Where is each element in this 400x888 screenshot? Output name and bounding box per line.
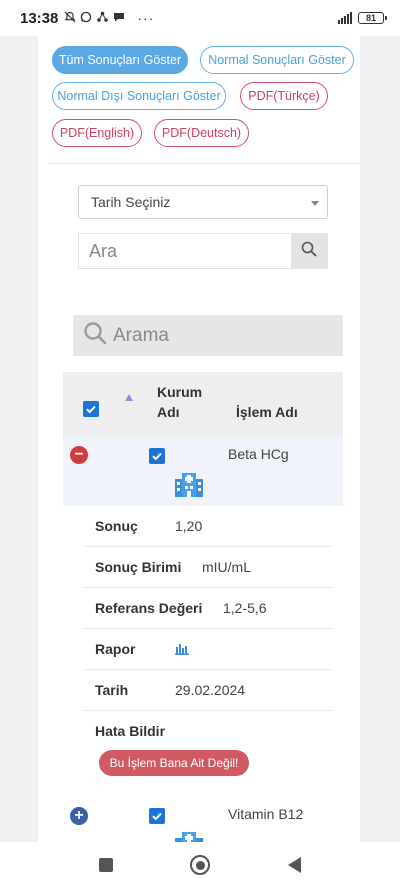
detail-reference: Referans Değeri 1,2-5,6: [83, 588, 333, 629]
row-checkbox[interactable]: [149, 448, 165, 464]
detail-date: Tarih 29.02.2024: [83, 670, 333, 711]
detail-value: mIU/mL: [202, 559, 251, 575]
row-checkbox[interactable]: [149, 808, 165, 824]
more-notifications: ···: [137, 10, 155, 26]
table-row: − Beta HCg: [63, 436, 343, 506]
row-operation-name: Vitamin B12: [228, 806, 304, 822]
status-bar: 13:38 ··· 81: [0, 0, 400, 36]
home-icon[interactable]: [190, 855, 211, 875]
battery-icon: 81: [358, 12, 387, 24]
pdf-english-button[interactable]: PDF(English): [52, 119, 142, 147]
date-select[interactable]: Tarih Seçiniz: [78, 185, 328, 219]
report-chart-icon[interactable]: [175, 641, 189, 658]
show-abnormal-button[interactable]: Normal Dışı Sonuçları Göster: [52, 82, 226, 110]
chat-icon: [113, 11, 125, 26]
search-button[interactable]: [291, 234, 327, 268]
system-nav-bar: [0, 842, 400, 888]
back-icon[interactable]: [288, 857, 302, 873]
detail-value: 29.02.2024: [175, 682, 246, 698]
detail-report-error: Hata Bildir: [83, 711, 333, 752]
show-all-button[interactable]: Tüm Sonuçları Göster: [52, 46, 188, 74]
pdf-turkish-button[interactable]: PDF(Türkçe): [240, 82, 328, 110]
column-operation[interactable]: İşlem Adı: [236, 402, 298, 422]
row-operation-name: Beta HCg: [228, 446, 289, 462]
detail-label: Sonuç Birimi: [95, 559, 182, 575]
select-all-checkbox[interactable]: [83, 401, 99, 417]
recent-apps-icon[interactable]: [98, 858, 113, 872]
status-time: 13:38: [20, 9, 59, 27]
results-card: Tüm Sonuçları Göster Normal Sonuçları Gö…: [38, 36, 360, 842]
hospital-icon: [175, 471, 203, 502]
expand-row-button[interactable]: +: [70, 807, 88, 825]
table-row: + Vitamin B12: [63, 796, 343, 842]
search-icon: [301, 241, 317, 262]
search-bar: Ara: [78, 233, 328, 269]
whatsapp-icon: [80, 11, 92, 26]
detail-value: 1,20: [175, 518, 203, 534]
bell-off-icon: [64, 11, 76, 26]
detail-label: Referans Değeri: [95, 600, 203, 616]
battery-level: 81: [365, 13, 376, 23]
detail-result: Sonuç 1,20: [83, 506, 333, 547]
column-institution-line1: Kurum: [157, 384, 203, 400]
table-header: Kurum Adı İşlem Adı: [63, 372, 343, 436]
table-search-input[interactable]: Arama: [73, 315, 343, 356]
hospital-icon: [175, 830, 203, 842]
divider: [48, 163, 360, 164]
detail-report: Rapor: [83, 629, 333, 670]
chevron-down-icon: [311, 201, 319, 206]
column-institution-line2: Adı: [157, 404, 180, 420]
pdf-german-button[interactable]: PDF(Deutsch): [154, 119, 249, 147]
share-icon: [96, 11, 109, 26]
sort-ascending-icon[interactable]: [125, 394, 133, 401]
collapse-row-button[interactable]: −: [70, 446, 88, 464]
detail-label: Sonuç: [95, 518, 138, 534]
detail-label: Hata Bildir: [95, 723, 166, 739]
detail-unit: Sonuç Birimi mIU/mL: [83, 547, 333, 588]
detail-label: Tarih: [95, 682, 129, 698]
signal-icon: [338, 12, 352, 24]
column-institution[interactable]: Kurum Adı: [157, 382, 202, 422]
show-normal-button[interactable]: Normal Sonuçları Göster: [200, 46, 354, 74]
not-mine-button[interactable]: Bu İşlem Bana Ait Değil!: [99, 750, 249, 776]
table-search-placeholder: Arama: [113, 324, 169, 346]
search-input[interactable]: Ara: [79, 234, 291, 268]
search-icon: [83, 321, 107, 350]
date-select-value: Tarih Seçiniz: [91, 194, 171, 210]
detail-value: 1,2-5,6: [223, 600, 267, 616]
detail-label: Rapor: [95, 641, 136, 657]
